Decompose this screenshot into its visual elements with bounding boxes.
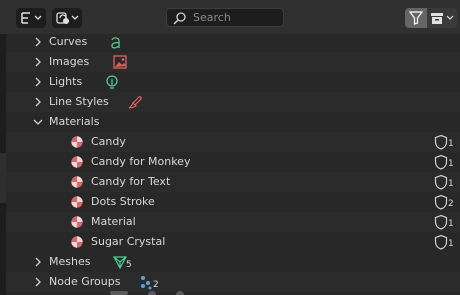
- chevron-right-icon[interactable]: [33, 97, 43, 107]
- material-name: Sugar Crystal: [91, 235, 166, 248]
- material-name: Candy: [91, 135, 126, 148]
- outliner-tree: Curves Images Lights Line Styles Materia…: [6, 32, 460, 292]
- chevron-right-icon[interactable]: [33, 77, 43, 87]
- tree-item-images[interactable]: Images: [6, 52, 460, 72]
- mesh-count: 5: [126, 260, 132, 270]
- material-list: Candy 1 Candy for Monkey 1 Candy for Text 1 Do…: [6, 132, 460, 252]
- material-name: Candy for Monkey: [91, 155, 191, 168]
- material-sphere-icon: [70, 215, 84, 229]
- material-sphere-icon: [70, 195, 84, 209]
- tree-item-label: Meshes: [49, 255, 91, 268]
- chevron-down-icon[interactable]: [33, 117, 43, 127]
- material-name: Candy for Text: [91, 175, 171, 188]
- tree-item-label: Node Groups: [49, 275, 121, 288]
- image-icon: [113, 55, 127, 69]
- chevron-right-icon[interactable]: [33, 257, 43, 267]
- user-count: 1: [448, 139, 454, 149]
- view-options-dropdown[interactable]: [427, 8, 457, 28]
- tree-item-node-groups[interactable]: Node Groups 2: [6, 272, 460, 292]
- material-row[interactable]: Candy for Text 1: [6, 172, 460, 192]
- curve-icon: [111, 37, 120, 49]
- funnel-icon: [409, 11, 423, 25]
- tree-item-label: Lights: [49, 75, 83, 88]
- chevron-right-icon[interactable]: [33, 277, 43, 287]
- tree-item-curves[interactable]: Curves: [6, 32, 460, 52]
- material-sphere-icon: [70, 175, 84, 189]
- fake-user-shield-icon[interactable]: [434, 134, 448, 150]
- user-count: 1: [448, 239, 454, 249]
- fake-user-shield-icon[interactable]: [434, 174, 448, 190]
- user-count: 2: [448, 199, 454, 209]
- chevron-right-icon[interactable]: [33, 37, 43, 47]
- tree-item-lights[interactable]: Lights: [6, 72, 460, 92]
- light-icon: [106, 75, 118, 89]
- fake-user-shield-icon[interactable]: [434, 214, 448, 230]
- fake-user-shield-icon[interactable]: [434, 234, 448, 250]
- chevron-right-icon[interactable]: [33, 57, 43, 67]
- fake-user-shield-icon[interactable]: [434, 154, 448, 170]
- display-mode-dropdown[interactable]: [16, 8, 46, 28]
- material-sphere-icon: [70, 135, 84, 149]
- search-icon: [173, 11, 186, 25]
- material-row[interactable]: Dots Stroke 2: [6, 192, 460, 212]
- tree-item-label: Images: [49, 55, 90, 68]
- chevron-down-icon: [446, 15, 454, 20]
- material-row[interactable]: Sugar Crystal 1: [6, 232, 460, 252]
- tree-item-label: Curves: [49, 35, 88, 48]
- linestyle-icon: [128, 96, 142, 109]
- search-field[interactable]: [166, 8, 284, 27]
- outliner-header: [0, 0, 460, 34]
- outliner-tree-icon: [21, 12, 42, 24]
- tree-item-materials[interactable]: Materials: [6, 112, 460, 132]
- partial-icon-row: [110, 291, 184, 295]
- material-row[interactable]: Candy for Monkey 1: [6, 152, 460, 172]
- user-count: 1: [448, 159, 454, 169]
- tree-item-meshes[interactable]: Meshes 5: [6, 252, 460, 272]
- archive-box-icon: [431, 13, 443, 24]
- search-input[interactable]: [189, 11, 283, 24]
- material-row[interactable]: Material 1: [6, 212, 460, 232]
- node-group-count: 2: [153, 280, 159, 290]
- fake-user-shield-icon[interactable]: [434, 194, 448, 210]
- filter-button[interactable]: [405, 8, 427, 28]
- tree-item-label: Materials: [49, 115, 100, 128]
- tree-item-line-styles[interactable]: Line Styles: [6, 92, 460, 112]
- filter-library-dropdown[interactable]: [52, 8, 82, 28]
- material-name: Material: [91, 215, 136, 228]
- material-sphere-icon: [70, 235, 84, 249]
- tree-item-label: Line Styles: [49, 95, 109, 108]
- material-row[interactable]: Candy 1: [6, 132, 460, 152]
- user-count: 1: [448, 179, 454, 189]
- material-name: Dots Stroke: [91, 195, 155, 208]
- user-count: 1: [448, 219, 454, 229]
- link-icon: [56, 12, 79, 24]
- material-sphere-icon: [70, 155, 84, 169]
